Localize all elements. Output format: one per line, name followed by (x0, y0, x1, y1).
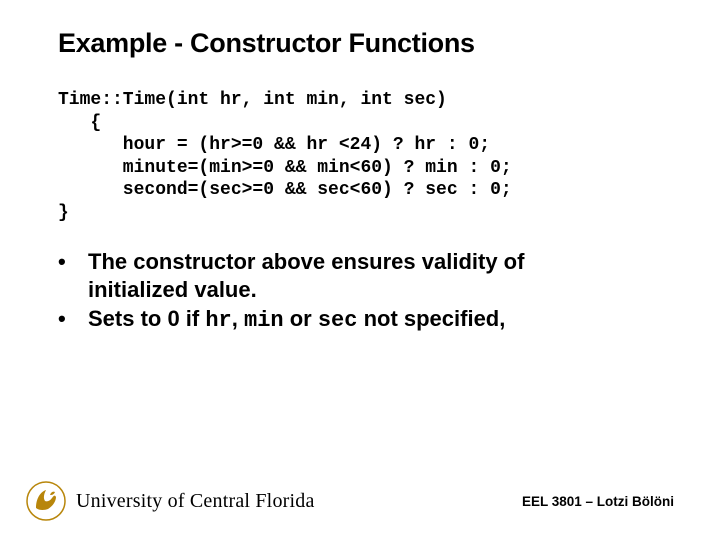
bullet-text: not specified, (357, 306, 505, 331)
university-name: University of Central Florida (76, 490, 315, 513)
bullet-item: Sets to 0 if hr, min or sec not specifie… (58, 305, 662, 335)
logo-group: University of Central Florida (26, 481, 315, 521)
inline-code-sec: sec (318, 308, 358, 333)
course-info: EEL 3801 – Lotzi Bölöni (522, 494, 674, 509)
slide-title: Example - Constructor Functions (58, 28, 662, 59)
bullet-text: Sets to 0 if (88, 306, 205, 331)
bullet-text: or (284, 306, 318, 331)
ucf-logo-icon (26, 481, 66, 521)
bullet-text: , (232, 306, 244, 331)
footer: University of Central Florida EEL 3801 –… (0, 476, 720, 526)
inline-code-min: min (244, 308, 284, 333)
bullet-text: The constructor above ensures validity o… (88, 249, 524, 274)
code-block: Time::Time(int hr, int min, int sec) { h… (58, 89, 662, 224)
bullet-item: The constructor above ensures validity o… (58, 248, 662, 303)
bullet-text: initialized value. (88, 277, 257, 302)
bullet-list: The constructor above ensures validity o… (58, 248, 662, 335)
inline-code-hr: hr (205, 308, 231, 333)
slide: Example - Constructor Functions Time::Ti… (0, 0, 720, 540)
